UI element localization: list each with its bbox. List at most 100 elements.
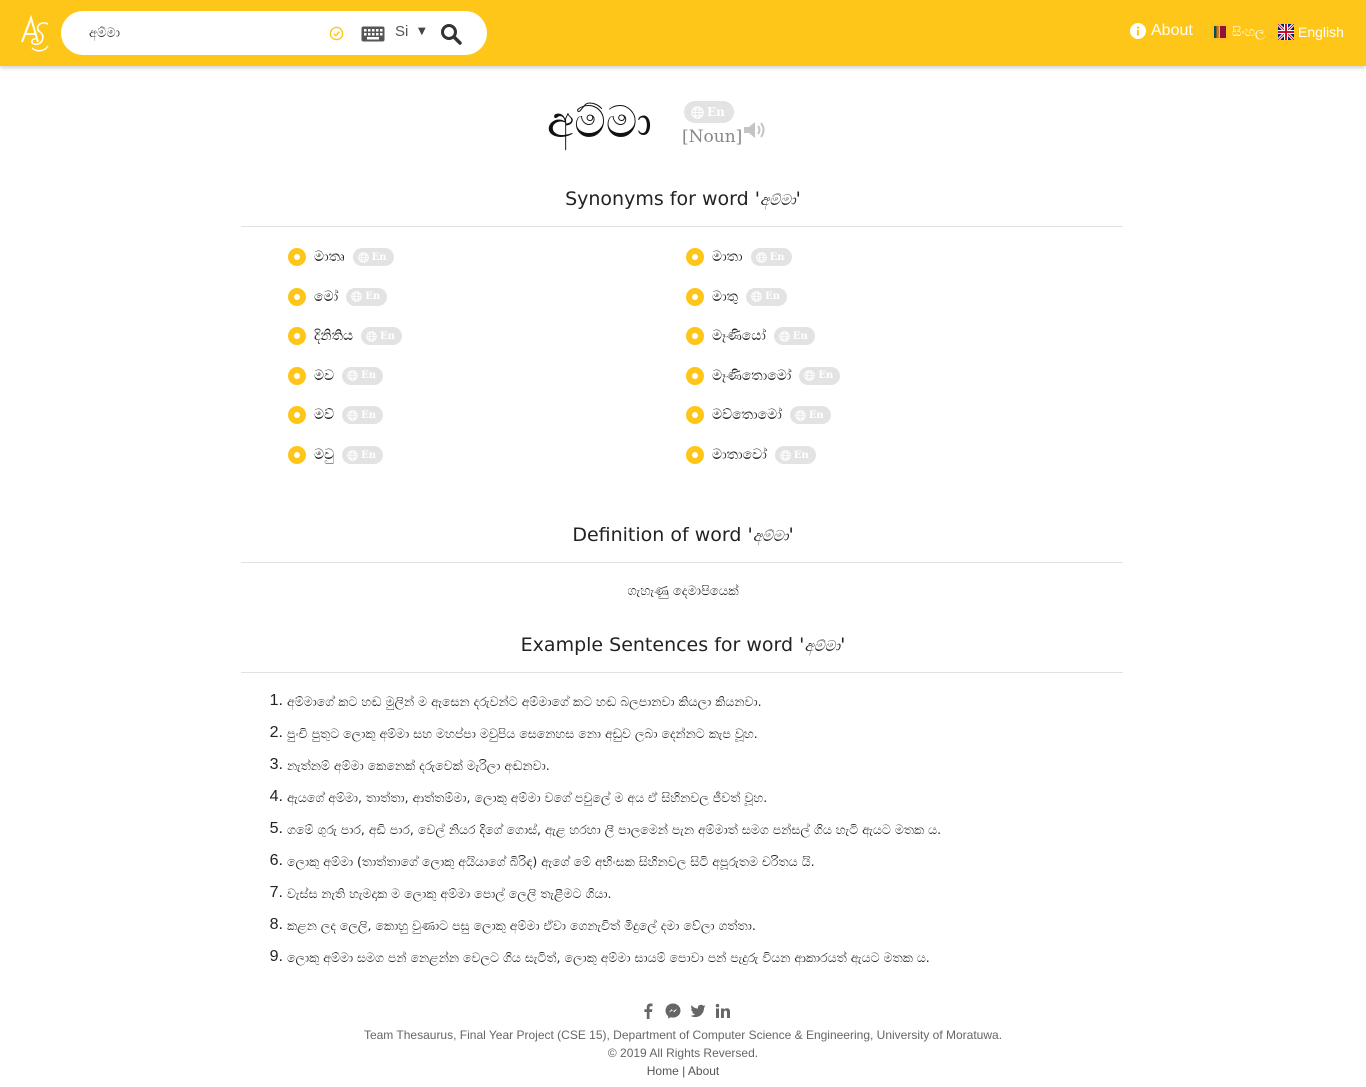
twitter-icon[interactable] — [690, 1003, 706, 1019]
translate-button[interactable]: En — [346, 287, 388, 306]
translate-label: En — [793, 449, 809, 461]
translate-button[interactable]: En — [352, 248, 394, 266]
footer-about-link[interactable]: About — [688, 1064, 719, 1078]
speaker-icon[interactable] — [742, 119, 768, 141]
messenger-icon[interactable] — [665, 1003, 681, 1019]
synonym-item[interactable]: මව En — [288, 366, 384, 385]
nav-about-link[interactable]: About — [1130, 22, 1193, 40]
synonym-word[interactable]: මාතාවෝ — [712, 447, 767, 463]
translate-button[interactable]: En — [774, 446, 816, 464]
search-icon[interactable] — [440, 23, 462, 45]
translate-label: En — [361, 370, 377, 382]
definition-title-word: අම්මා — [752, 527, 789, 545]
synonym-item[interactable]: මවු En — [288, 446, 384, 464]
synonym-item[interactable]: මෑණිතොමෝ En — [686, 366, 841, 385]
synonym-bullet — [686, 248, 704, 266]
globe-icon — [351, 291, 362, 302]
synonym-item[interactable]: මව් En — [288, 406, 384, 425]
synonym-word[interactable]: මෑණිතොමෝ — [712, 368, 791, 384]
examples-title-prefix: Example Sentences for word ' — [520, 634, 805, 656]
nav-english-label: English — [1298, 24, 1344, 40]
synonym-word[interactable]: මව — [314, 368, 334, 384]
synonym-item[interactable]: මාතු En — [686, 287, 787, 306]
globe-icon — [780, 449, 791, 461]
example-text: පුංචි පුතුට ලොකු අම්මා සහ මහප්පා මවුපිය … — [287, 726, 758, 741]
nav-sinhala-link[interactable]: සිංහල — [1212, 24, 1265, 40]
translate-label: En — [361, 409, 377, 421]
check-icon — [329, 26, 344, 41]
definition-title-suffix: ' — [788, 524, 794, 546]
example-sentence: 9. ලොකු අම්මා සමග පන් නෙළන්න වෙලට ගිය සැට… — [263, 948, 1123, 980]
synonym-item[interactable]: මෝ En — [288, 287, 388, 306]
example-sentence: 5. ගමේ ගුරු පාර, අඩි පාර, වෙල් නියර දිගේ … — [263, 820, 1123, 852]
synonym-word[interactable]: මෝ — [314, 289, 338, 305]
translate-button[interactable]: En — [342, 446, 384, 464]
language-select[interactable]: Si — [395, 23, 408, 40]
translate-button[interactable]: En — [773, 327, 815, 346]
example-number: 3. — [269, 756, 283, 773]
example-number: 5. — [269, 820, 283, 837]
synonym-bullet — [686, 327, 704, 346]
synonym-bullet — [686, 406, 704, 425]
translate-label: En — [365, 291, 381, 303]
synonym-word[interactable]: මාතෘ — [314, 249, 345, 265]
examples-title: Example Sentences for word 'අම්මා' — [0, 634, 1366, 656]
synonym-item[interactable]: මාතා En — [686, 248, 792, 266]
synonym-bullet — [288, 446, 306, 464]
synonym-word[interactable]: මාතු — [712, 289, 738, 305]
linkedin-icon[interactable] — [715, 1003, 731, 1019]
search-input[interactable] — [89, 23, 319, 43]
info-icon — [1130, 23, 1146, 39]
synonyms-title-word: අම්මා — [759, 191, 796, 209]
translate-button[interactable]: En — [361, 327, 402, 346]
synonym-item[interactable]: මව්තොමෝ En — [686, 406, 831, 425]
synonym-bullet — [288, 366, 306, 385]
chevron-down-icon[interactable]: ▼ — [418, 26, 426, 37]
synonym-bullet — [288, 248, 306, 266]
translate-button[interactable]: En — [684, 101, 734, 123]
example-text: වැස්ස නැති හැමදාක ම ලොකු අම්මා පොල් ලෙලි… — [287, 886, 612, 901]
divider — [241, 672, 1123, 673]
nav-english-link[interactable]: English — [1278, 24, 1344, 40]
synonym-word[interactable]: මව් — [314, 407, 334, 423]
translate-button[interactable]: En — [799, 366, 841, 385]
translate-button[interactable]: En — [789, 406, 831, 425]
example-sentence: 4. ඇයගේ අම්මා, තාත්තා, ආත්තම්මා, ලොකු අම්… — [263, 788, 1123, 820]
synonym-word[interactable]: මෑණියෝ — [712, 328, 766, 344]
synonyms-title-prefix: Synonyms for word ' — [565, 188, 760, 210]
translate-button[interactable]: En — [746, 287, 787, 306]
synonym-word[interactable]: මාතා — [712, 249, 743, 265]
translate-label: En — [380, 330, 395, 342]
example-number: 8. — [269, 916, 283, 933]
footer-home-link[interactable]: Home — [647, 1064, 679, 1078]
example-number: 7. — [269, 884, 283, 901]
translate-label: En — [765, 291, 780, 303]
facebook-icon[interactable] — [640, 1003, 656, 1019]
example-number: 2. — [269, 724, 283, 741]
synonym-item[interactable]: දිනිතිය En — [288, 327, 402, 346]
examples-title-word: අම්මා — [804, 637, 841, 655]
globe-icon — [795, 410, 806, 421]
examples-title-suffix: ' — [840, 634, 846, 656]
translate-button[interactable]: En — [750, 248, 792, 266]
example-text: ලොකු අම්මා (තාත්තාගේ ලොකු අයියාගේ බිරිඳ)… — [287, 854, 815, 869]
synonym-bullet — [686, 446, 704, 464]
logo-icon[interactable] — [18, 12, 54, 54]
translate-button[interactable]: En — [342, 366, 384, 385]
definition-title: Definition of word 'අම්මා' — [0, 524, 1366, 546]
globe-icon — [357, 251, 369, 263]
synonym-item[interactable]: මාතාවෝ En — [686, 446, 816, 464]
translate-label: En — [769, 251, 785, 263]
synonym-item[interactable]: මෑණියෝ En — [686, 327, 815, 346]
synonym-word[interactable]: මවු — [314, 447, 334, 463]
keyboard-icon[interactable] — [361, 26, 385, 42]
synonym-bullet — [288, 327, 306, 346]
example-sentence: 1. අම්මාගේ කට හඬ මුලින් ම ඇසෙන දරුවන්ට අම… — [263, 692, 1123, 724]
synonyms-title: Synonyms for word 'අම්මා' — [0, 188, 1366, 210]
synonym-word[interactable]: මව්තොමෝ — [712, 407, 782, 423]
translate-button[interactable]: En — [342, 406, 384, 425]
synonym-item[interactable]: මාතෘ En — [288, 248, 394, 266]
definition-text: ගැහැණු දෙමාපියෙක් — [627, 584, 739, 599]
synonym-word[interactable]: දිනිතිය — [314, 328, 353, 344]
globe-icon — [347, 410, 358, 421]
